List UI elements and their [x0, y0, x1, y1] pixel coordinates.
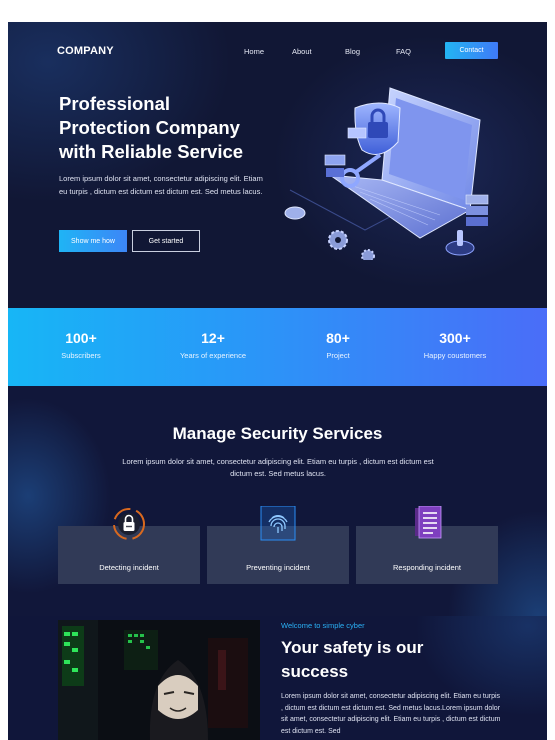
service-card-detecting[interactable]: Detecting incident — [58, 508, 200, 584]
hero-title-line: Professional — [59, 93, 171, 114]
stat-subscribers: 100+ Subscribers — [48, 330, 114, 360]
hero-section: COMPANY Home About Blog FAQ Contact Prof… — [8, 22, 547, 308]
get-started-button[interactable]: Get started — [132, 230, 200, 252]
stat-label: Years of experience — [179, 351, 247, 360]
hacker-image-icon — [58, 620, 260, 740]
hacker-photo — [58, 620, 260, 740]
stat-value: 300+ — [439, 330, 471, 346]
lock-icon — [113, 508, 145, 540]
stat-value: 12+ — [201, 330, 225, 346]
stat-label: Project — [326, 351, 350, 360]
service-card-responding[interactable]: Responding incident — [356, 506, 498, 584]
hero-title: Professional Protection Company with Rel… — [59, 92, 279, 164]
about-eyebrow: Welcome to simple cyber — [281, 621, 365, 630]
nav-link-faq[interactable]: FAQ — [396, 47, 411, 56]
service-card-preventing[interactable]: Preventing incident — [207, 506, 349, 584]
about-title: Your safety is our success — [281, 636, 481, 684]
stat-value: 80+ — [326, 330, 350, 346]
hero-title-line: Protection Company — [59, 117, 240, 138]
services-title: Manage Security Services — [172, 424, 383, 443]
landing-page: COMPANY Home About Blog FAQ Contact Prof… — [8, 22, 547, 740]
stat-experience: 12+ Years of experience — [168, 330, 258, 360]
services-section: Manage Security Services Lorem ipsum dol… — [8, 386, 547, 616]
laptop-security-icon — [284, 87, 489, 260]
service-card-label: Detecting incident — [99, 563, 159, 572]
about-title-line: success — [281, 662, 349, 681]
stat-label: Subscribers — [61, 351, 101, 360]
fingerprint-icon — [260, 506, 296, 541]
stats-bar: 100+ Subscribers 12+ Years of experience… — [8, 308, 547, 386]
nav-link-home[interactable]: Home — [244, 47, 264, 56]
company-logo[interactable]: COMPANY — [57, 45, 114, 57]
about-title-line: Your safety is our — [281, 638, 424, 657]
stat-project: 80+ Project — [313, 330, 363, 360]
show-me-how-button[interactable]: Show me how — [59, 230, 127, 252]
service-card-label: Preventing incident — [246, 563, 310, 572]
contact-button[interactable]: Contact — [445, 42, 498, 59]
hero-title-line: with Reliable Service — [59, 141, 244, 162]
hero-description: Lorem ipsum dolor sit amet, consectetur … — [59, 174, 263, 196]
service-card-label: Responding incident — [393, 563, 461, 572]
services-description: Lorem ipsum dolor sit amet, consectetur … — [122, 457, 434, 478]
about-section: Welcome to simple cyber Your safety is o… — [8, 616, 547, 740]
stat-value: 100+ — [65, 330, 97, 346]
nav-link-blog[interactable]: Blog — [345, 47, 360, 56]
document-icon — [415, 506, 442, 539]
about-text: Lorem ipsum dolor sit amet, consectetur … — [281, 693, 501, 735]
nav-link-about[interactable]: About — [292, 47, 312, 56]
stat-happy-customers: 300+ Happy coustomers — [415, 330, 495, 360]
stat-label: Happy coustomers — [423, 351, 487, 360]
